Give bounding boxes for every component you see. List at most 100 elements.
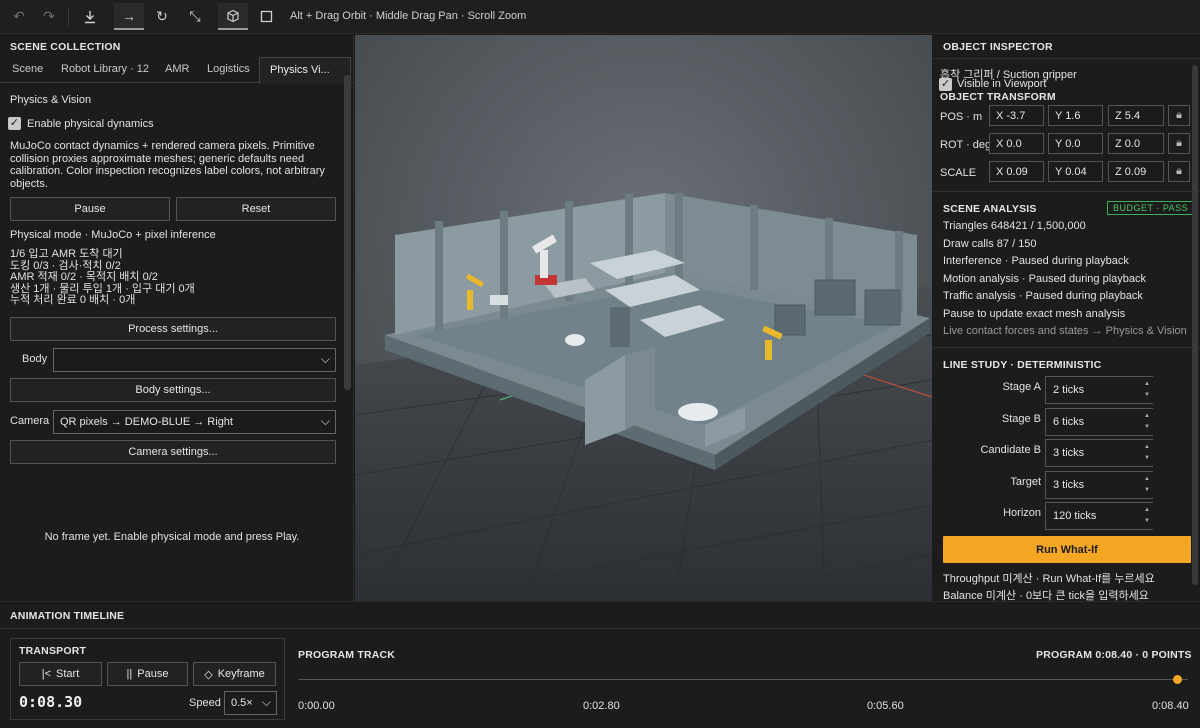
box-view-icon[interactable] [218, 3, 248, 30]
rot-z-field[interactable]: Z 0.0 [1108, 133, 1164, 154]
pos-y-field[interactable]: Y 1.6 [1048, 105, 1103, 126]
budget-status-badge: BUDGET · PASS [1107, 201, 1195, 215]
scale-z-field[interactable]: Z 0.09 [1108, 161, 1164, 182]
redo-icon[interactable]: ↷ [34, 3, 64, 30]
no-frame-message: No frame yet. Enable physical mode and p… [44, 531, 300, 543]
start-button[interactable]: |< Start [19, 662, 102, 686]
body-settings-button[interactable]: Body settings... [10, 378, 336, 402]
divider [933, 347, 1200, 348]
candidate-b-label: Candidate B [980, 444, 1041, 456]
status-lines: 1/6 입고 AMR 도착 대기 도킹 0/3 · 검사·적치 0/2 AMR … [10, 248, 195, 307]
rotate-tool-icon[interactable]: ↻ [147, 3, 177, 30]
timeline-title: ANIMATION TIMELINE [10, 610, 125, 622]
inspector-scrollbar[interactable] [1192, 65, 1198, 585]
divider [0, 628, 1200, 629]
playhead-marker[interactable] [1173, 675, 1183, 684]
chevron-down-icon: ⌵ [261, 695, 271, 709]
camera-select[interactable]: QR pixels → DEMO-BLUE → Right ⌵ [53, 410, 336, 434]
process-settings-button[interactable]: Process settings... [10, 317, 336, 341]
navigation-hint: Alt + Drag Orbit · Middle Drag Pan · Scr… [290, 10, 527, 22]
tab-robot-library[interactable]: Robot Library · 12 [61, 63, 149, 75]
lock-icon[interactable]: 🔒︎ [1168, 133, 1190, 154]
reset-button[interactable]: Reset [176, 197, 336, 221]
horizon-value: 120 ticks [1053, 510, 1097, 522]
live-contact-link[interactable]: Live contact forces and states → Physics… [943, 325, 1187, 337]
body-select[interactable]: ⌵ [53, 348, 336, 372]
rot-x-field[interactable]: X 0.0 [989, 133, 1044, 154]
horizon-input[interactable]: 120 ticks ▲ ▼ [1045, 502, 1153, 530]
camera-select-value: QR pixels → DEMO-BLUE → Right [60, 416, 233, 428]
status-line: AMR 적재 0/2 · 목적지 배치 0/2 [10, 271, 158, 283]
inspector-title: OBJECT INSPECTOR [943, 41, 1053, 53]
speed-select[interactable]: 0.5× ⌵ [224, 691, 277, 715]
frame-icon[interactable] [251, 3, 281, 30]
stage-b-input[interactable]: 6 ticks ▲ ▼ [1045, 408, 1153, 436]
run-what-if-button[interactable]: Run What-If [943, 536, 1191, 563]
divider [933, 191, 1200, 192]
lock-icon[interactable]: 🔒︎ [1168, 105, 1190, 126]
3d-viewport[interactable] [355, 35, 932, 601]
tab-scene[interactable]: Scene [12, 63, 43, 75]
stage-b-value: 6 ticks [1053, 416, 1085, 428]
panel-title: SCENE COLLECTION [10, 41, 121, 53]
rot-y-field[interactable]: Y 0.0 [1048, 133, 1103, 154]
transform-title: OBJECT TRANSFORM [940, 91, 1056, 103]
stage-a-input[interactable]: 2 ticks ▲ ▼ [1045, 376, 1153, 404]
visible-checkbox[interactable]: ✓ [939, 78, 952, 91]
camera-settings-button[interactable]: Camera settings... [10, 440, 336, 464]
motion-status: Motion analysis · Paused during playback [943, 273, 1147, 285]
keyframe-button[interactable]: ◇ Keyframe [193, 662, 276, 686]
target-value: 3 ticks [1053, 479, 1085, 491]
stepper-icon[interactable]: ▲ ▼ [1144, 505, 1150, 527]
tab-amr[interactable]: AMR [165, 63, 189, 75]
scale-tool-icon[interactable]: ⤡ [180, 3, 210, 30]
pause-update-note: Pause to update exact mesh analysis [943, 308, 1126, 320]
stage-b-label: Stage B [1001, 413, 1041, 425]
pause-button[interactable]: || Pause [107, 662, 188, 686]
skip-start-icon: |< [41, 668, 52, 680]
tab-logistics[interactable]: Logistics [207, 63, 250, 75]
scale-y-field[interactable]: Y 0.04 [1048, 161, 1103, 182]
program-info: PROGRAM 0:08.40 · 0 POINTS [1036, 649, 1192, 661]
pause-button[interactable]: Pause [10, 197, 170, 221]
move-tool-icon[interactable]: → [114, 3, 144, 30]
throughput-result: Throughput 미계산 · Run What-If를 누르세요 [943, 573, 1155, 585]
tab-bar: Scene Robot Library · 12 AMR Logistics P… [0, 57, 354, 84]
traffic-status: Traffic analysis · Paused during playbac… [943, 290, 1143, 302]
draw-calls-stat: Draw calls 87 / 150 [943, 238, 1037, 250]
horizon-label: Horizon [1003, 507, 1041, 519]
camera-label: Camera [10, 415, 50, 427]
undo-icon[interactable]: ↶ [4, 3, 34, 30]
pos-x-field[interactable]: X -3.7 [989, 105, 1044, 126]
start-label: Start [56, 668, 80, 680]
candidate-b-input[interactable]: 3 ticks ▲ ▼ [1045, 439, 1153, 467]
program-track-title: PROGRAM TRACK [298, 649, 396, 661]
tick-label: 0:00.00 [298, 700, 335, 712]
lock-icon[interactable]: 🔒︎ [1168, 161, 1190, 182]
stepper-icon[interactable]: ▲ ▼ [1144, 379, 1150, 401]
program-track[interactable] [298, 679, 1188, 680]
main-toolbar: ↶ ↷ → ↻ ⤡ Alt + Drag Orbit · Middle Drag… [0, 0, 1200, 34]
tick-label: 0:05.60 [867, 700, 904, 712]
panel-scrollbar[interactable] [344, 75, 351, 390]
divider [933, 58, 1200, 59]
target-label: Target [1010, 476, 1041, 488]
toolbar-divider [68, 8, 69, 26]
physics-description: MuJoCo contact dynamics + rendered camer… [10, 140, 325, 190]
stepper-icon[interactable]: ▲ ▼ [1144, 442, 1150, 464]
download-icon[interactable] [75, 3, 105, 30]
tab-physics-vision[interactable]: Physics Vi... [259, 57, 351, 84]
chevron-down-icon: ⌵ [320, 414, 330, 428]
speed-label: Speed [189, 697, 221, 709]
stepper-icon[interactable]: ▲ ▼ [1144, 474, 1150, 496]
interference-status: Interference · Paused during playback [943, 255, 1129, 267]
stepper-icon[interactable]: ▲ ▼ [1144, 411, 1150, 433]
status-line: 누적 처리 완료 0 배치 · 0개 [10, 294, 136, 306]
enable-dynamics-checkbox[interactable]: ✓ [8, 117, 21, 130]
target-input[interactable]: 3 ticks ▲ ▼ [1045, 471, 1153, 499]
pos-z-field[interactable]: Z 5.4 [1108, 105, 1164, 126]
scale-x-field[interactable]: X 0.09 [989, 161, 1044, 182]
animation-timeline: ANIMATION TIMELINE TRANSPORT |< Start || P… [0, 601, 1200, 728]
keyframe-label: Keyframe [217, 668, 265, 680]
transport-title: TRANSPORT [19, 645, 87, 657]
